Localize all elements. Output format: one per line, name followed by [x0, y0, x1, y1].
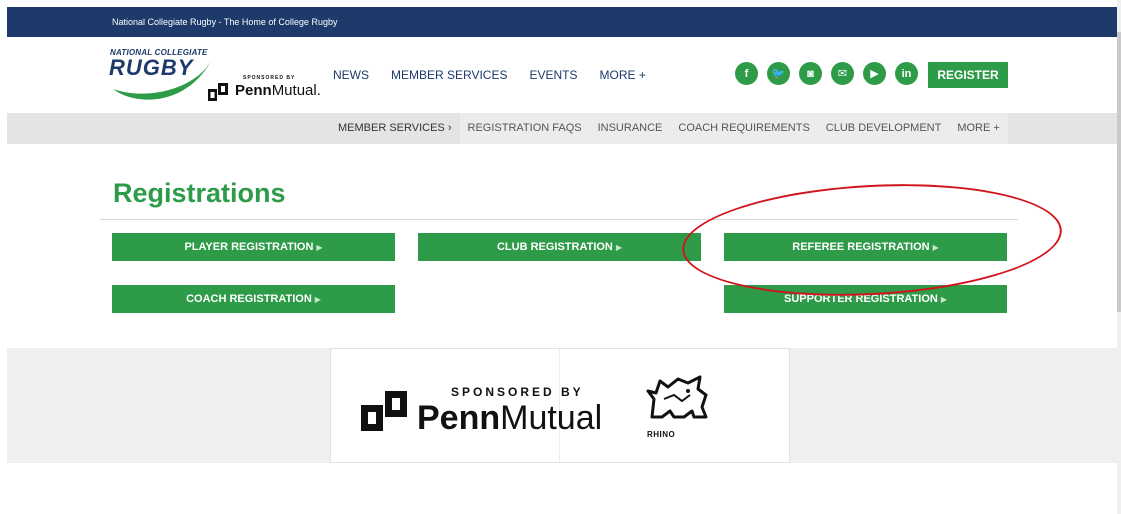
coach-registration-label: COACH REGISTRATION [186, 293, 312, 305]
social-links: f 🐦 ◙ ✉ ▶ in [735, 62, 927, 85]
club-registration-label: CLUB REGISTRATION [496, 241, 613, 253]
sponsor-sponsored-by: SPONSORED BY [451, 385, 584, 399]
nav-more[interactable]: MORE + [600, 68, 646, 82]
register-button[interactable]: REGISTER [928, 62, 1008, 88]
instagram-icon[interactable]: ◙ [799, 62, 822, 85]
youtube-icon[interactable]: ▶ [863, 62, 886, 85]
scrollbar-thumb[interactable] [1117, 32, 1121, 312]
email-icon[interactable]: ✉ [831, 62, 854, 85]
page-title: Registrations [113, 178, 286, 208]
rhino-label: RHINO [647, 430, 676, 439]
penn-mutual-mark-icon [208, 83, 228, 101]
twitter-icon[interactable]: 🐦 [767, 62, 790, 85]
linkedin-icon[interactable]: in [895, 62, 918, 85]
arrow-right-icon: ▶ [615, 242, 623, 252]
subnav-coach-requirements[interactable]: COACH REQUIREMENTS [670, 113, 818, 144]
sub-nav: MEMBER SERVICES › REGISTRATION FAQS INSU… [7, 113, 1117, 144]
sponsor-penn-mutual: PennMutual [417, 399, 603, 437]
sponsor-box[interactable]: SPONSORED BY PennMutual RHINO [330, 348, 790, 463]
coach-registration-button[interactable]: COACH REGISTRATION ▶ [112, 285, 395, 313]
subnav-member-services[interactable]: MEMBER SERVICES › [330, 113, 460, 144]
main-nav: NEWS MEMBER SERVICES EVENTS MORE + [333, 37, 668, 113]
page-scrollbar[interactable] [1117, 0, 1121, 514]
player-registration-button[interactable]: PLAYER REGISTRATION ▶ [112, 233, 395, 261]
logo-line-2: RUGBY [109, 55, 194, 80]
site-header: NATIONAL COLLEGIATE RUGBY SPONSORED BY P… [7, 37, 1117, 113]
top-bar: National Collegiate Rugby - The Home of … [7, 7, 1117, 37]
logo-sponsored-by: SPONSORED BY [243, 75, 296, 81]
arrow-right-icon: ▶ [316, 242, 323, 252]
rhino-logo-icon [646, 375, 708, 419]
arrow-right-icon: ▶ [940, 294, 947, 304]
arrow-right-icon: ▶ [314, 294, 321, 304]
penn-mutual-mark-icon [361, 391, 407, 431]
club-registration-button[interactable]: CLUB REGISTRATION ▶ [418, 233, 701, 261]
site-logo[interactable]: NATIONAL COLLEGIATE RUGBY SPONSORED BY P… [107, 45, 322, 105]
subnav-more[interactable]: MORE + [949, 113, 1008, 144]
subnav-registration-faqs[interactable]: REGISTRATION FAQS [459, 113, 590, 144]
player-registration-label: PLAYER REGISTRATION [184, 241, 314, 253]
logo-penn-mutual: PennMutual. [235, 82, 321, 99]
nav-member-services[interactable]: MEMBER SERVICES [391, 68, 507, 82]
subnav-club-development[interactable]: CLUB DEVELOPMENT [817, 113, 950, 144]
nav-news[interactable]: NEWS [333, 68, 369, 82]
subnav-insurance[interactable]: INSURANCE [589, 113, 671, 144]
top-bar-text: National Collegiate Rugby - The Home of … [112, 17, 338, 27]
facebook-icon[interactable]: f [735, 62, 758, 85]
nav-events[interactable]: EVENTS [529, 68, 577, 82]
